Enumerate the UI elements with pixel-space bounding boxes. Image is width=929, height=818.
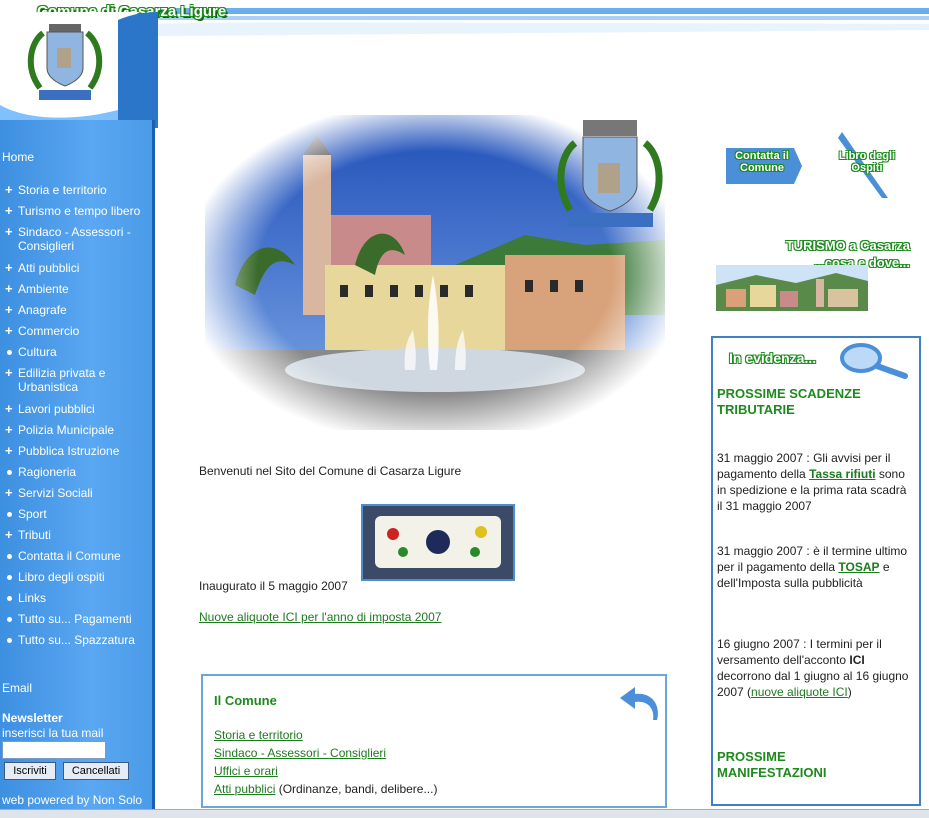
sidebar-item-label: Atti pubblici (18, 261, 80, 275)
unsubscribe-button[interactable]: Cancellati (63, 762, 129, 780)
plus-icon: + (5, 203, 13, 218)
sidebar-item-label: Ragioneria (18, 465, 77, 479)
sidebar-item-label: Sindaco - Assessori - Consiglieri (18, 225, 131, 253)
inauguration-caption: Inaugurato il 5 maggio 2007 (199, 579, 348, 593)
bullet-dot-icon (7, 596, 12, 601)
plus-icon: + (5, 422, 13, 437)
scadenza-item-1: 31 maggio 2007 : Gli avvisi per il pagam… (717, 450, 913, 514)
atti-note: (Ordinanze, bandi, delibere...) (275, 782, 438, 796)
welcome-text: Benvenuti nel Sito del Comune di Casarza… (199, 464, 462, 478)
libro-line1: Libro degli (838, 150, 896, 162)
plus-icon: + (5, 302, 13, 317)
magnifier-icon (840, 343, 908, 379)
sidebar-item-label: Sport (18, 507, 47, 521)
sidebar-item-label: Anagrafe (18, 303, 67, 317)
hero-photo (205, 115, 665, 430)
comune-link-atti-row: Atti pubblici (Ordinanze, bandi, deliber… (214, 782, 437, 796)
manifestazioni-title: PROSSIME MANIFESTAZIONI (717, 749, 917, 781)
powered-by-text: web powered by Non Solo (2, 793, 143, 807)
sidebar-item-label: Turismo e tempo libero (18, 204, 141, 218)
plus-icon: + (5, 485, 13, 500)
bullet-dot-icon (7, 470, 12, 475)
ici-rates-link[interactable]: Nuove aliquote ICI per l'anno di imposta… (199, 610, 441, 624)
libro-line2: Ospiti (851, 162, 883, 174)
sidebar-item-label: Lavori pubblici (18, 402, 95, 416)
sidebar-item-label: Pubblica Istruzione (18, 444, 120, 458)
bullet-dot-icon (7, 350, 12, 355)
sidebar-item-label: Storia e territorio (18, 183, 107, 197)
turismo-photo (716, 265, 868, 311)
plus-icon: + (5, 365, 13, 380)
manifestazioni-line2: MANIFESTAZIONI (717, 765, 827, 780)
newsletter-instructions: inserisci la tua mail (2, 726, 104, 740)
comune-link-storia[interactable]: Storia e territorio (214, 728, 303, 742)
comune-link-sindaco[interactable]: Sindaco - Assessori - Consiglieri (214, 746, 386, 760)
newsletter-title: Newsletter (2, 711, 63, 725)
plus-icon: + (5, 527, 13, 542)
scadenze-title-line2: TRIBUTARIE (717, 402, 795, 417)
sidebar-item-label: Tutto su... Pagamenti (18, 612, 132, 626)
newsletter-email-input[interactable] (2, 741, 106, 759)
bullet-dot-icon (7, 617, 12, 622)
scadenze-title: PROSSIME SCADENZE TRIBUTARIE (717, 386, 917, 418)
il-comune-title: Il Comune (214, 693, 277, 708)
item3-ici: ICI (849, 653, 865, 667)
inauguration-cake-photo[interactable] (361, 504, 515, 581)
sidebar-home-link[interactable]: Home (2, 150, 34, 164)
in-evidenza-box: In evidenza... PROSSIME SCADENZE TRIBUTA… (711, 336, 921, 806)
sidebar-item-label: Contatta il Comune (18, 549, 121, 563)
item3-text-end: ) (847, 685, 852, 699)
in-evidenza-title: In evidenza... (729, 350, 817, 366)
comune-link-uffici[interactable]: Uffici e orari (214, 764, 278, 778)
scadenza-item-3: 16 giugno 2007 : I termini per il versam… (717, 636, 913, 700)
plus-icon: + (5, 401, 13, 416)
libro-ospiti-button[interactable]: Libro degli Ospiti (832, 130, 904, 200)
sidebar-item-label: Edilizia privata e Urbanistica (18, 366, 106, 394)
turismo-line1: TURISMO a Casarza (785, 238, 910, 253)
plus-icon: + (5, 182, 13, 197)
plus-icon: + (5, 260, 13, 275)
contatta-line2: Comune (740, 162, 784, 174)
sidebar-item-label: Links (18, 591, 47, 605)
bullet-dot-icon (7, 575, 12, 580)
contatta-line1: Contatta il (735, 150, 789, 162)
sidebar-item-label: Cultura (18, 345, 57, 359)
il-comune-box: Il Comune Storia e territorio Sindaco - … (201, 674, 667, 808)
sidebar-item-label: Tributi (18, 528, 51, 542)
sidebar-item-label: Tutto su... Spazzatura (18, 633, 135, 647)
plus-icon: + (5, 323, 13, 338)
sidebar-item-label: Commercio (18, 324, 80, 338)
turismo-banner[interactable]: TURISMO a Casarza ...cosa e dove... (714, 237, 914, 313)
scadenza-item-2: 31 maggio 2007 : è il termine ultimo per… (717, 543, 913, 591)
nuove-aliquote-link[interactable]: nuove aliquote ICI (751, 685, 848, 699)
tosap-link[interactable]: TOSAP (838, 560, 879, 574)
sidebar-item-label: Libro degli ospiti (18, 570, 105, 584)
crest-icon (27, 24, 103, 100)
logo-area (0, 0, 158, 128)
comune-link-atti[interactable]: Atti pubblici (214, 782, 275, 796)
sidebar-item-label: Servizi Sociali (18, 486, 93, 500)
bullet-dot-icon (7, 554, 12, 559)
return-arrow-icon[interactable] (617, 684, 663, 724)
scadenze-title-line1: PROSSIME SCADENZE (717, 386, 861, 401)
sidebar-item-label: Polizia Municipale (18, 423, 115, 437)
manifestazioni-line1: PROSSIME (717, 749, 786, 764)
plus-icon: + (5, 281, 13, 296)
tassa-rifiuti-link[interactable]: Tassa rifiuti (809, 467, 875, 481)
sidebar-item-label: Ambiente (18, 282, 69, 296)
plus-icon: + (5, 443, 13, 458)
plus-icon: + (5, 224, 13, 239)
bullet-dot-icon (7, 512, 12, 517)
bullet-dot-icon (7, 638, 12, 643)
subscribe-button[interactable]: Iscriviti (4, 762, 56, 780)
sidebar-email-link[interactable]: Email (2, 681, 32, 695)
contatta-comune-button[interactable]: Contatta il Comune (724, 146, 804, 186)
